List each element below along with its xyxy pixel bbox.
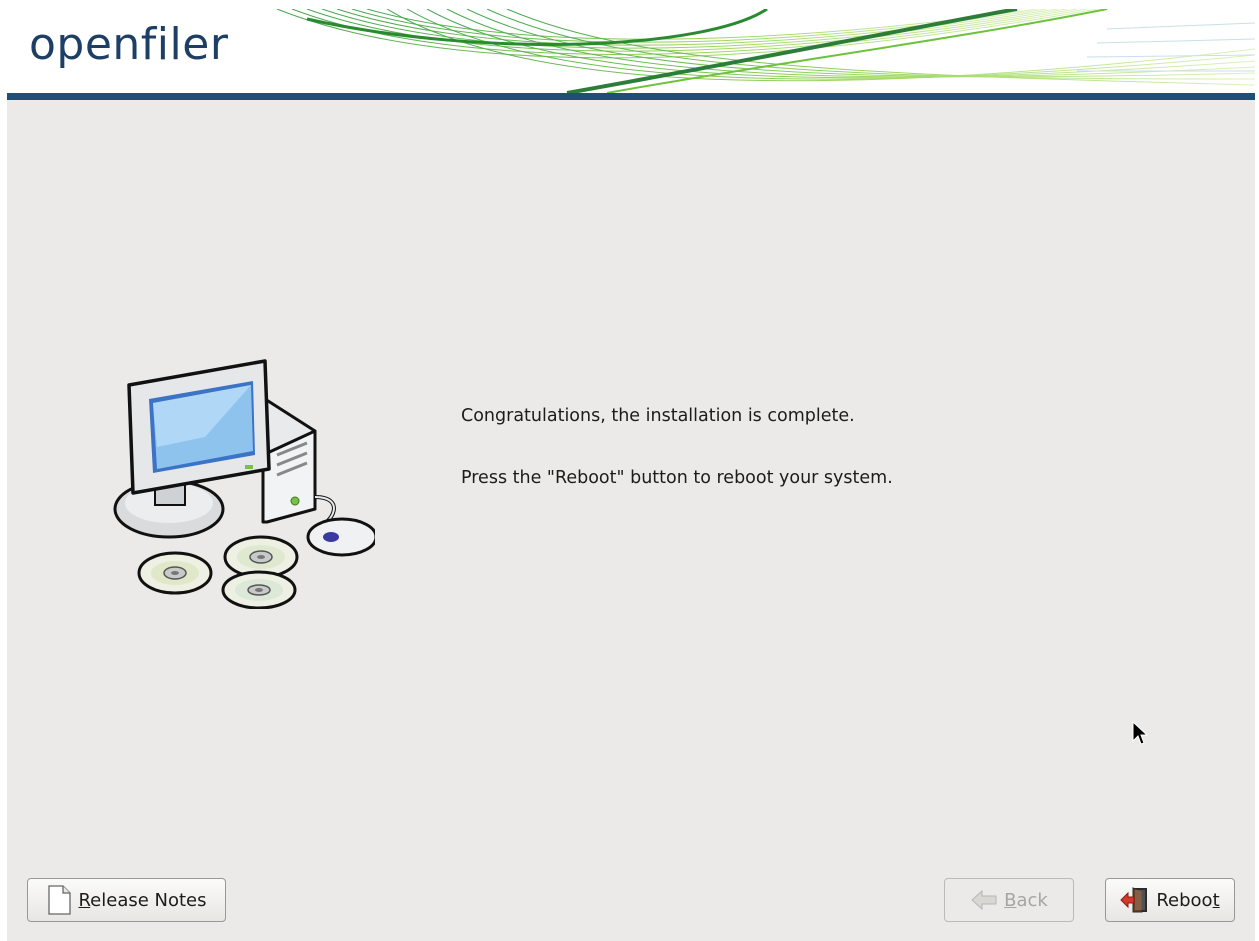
completion-message: Congratulations, the installation is com… — [461, 404, 893, 490]
header-divider — [7, 93, 1255, 100]
release-notes-button[interactable]: Release Notes — [27, 878, 226, 922]
tower-icon — [261, 397, 317, 524]
document-icon — [46, 885, 72, 915]
release-notes-label: Release Notes — [78, 889, 207, 911]
reboot-button[interactable]: Reboot — [1105, 878, 1235, 922]
back-arrow-icon — [970, 889, 998, 911]
reboot-label: Reboot — [1156, 889, 1220, 911]
exit-door-icon — [1120, 887, 1150, 913]
disc-icon — [221, 570, 297, 609]
back-label: Back — [1004, 889, 1048, 911]
congratulations-text: Congratulations, the installation is com… — [461, 406, 855, 426]
openfiler-logo: openfiler — [29, 19, 229, 70]
computer-with-discs-icon — [113, 359, 375, 609]
mouse-icon — [306, 517, 375, 557]
installer-window: openfiler Congratulations, the installat… — [7, 9, 1255, 941]
disc-icon — [137, 551, 213, 595]
header-banner: openfiler — [7, 9, 1255, 93]
mouse-pointer-icon — [1132, 721, 1148, 745]
reboot-instruction-text: Press the "Reboot" button to reboot your… — [461, 468, 893, 488]
monitor-icon — [127, 359, 271, 495]
back-button[interactable]: Back — [944, 878, 1074, 922]
